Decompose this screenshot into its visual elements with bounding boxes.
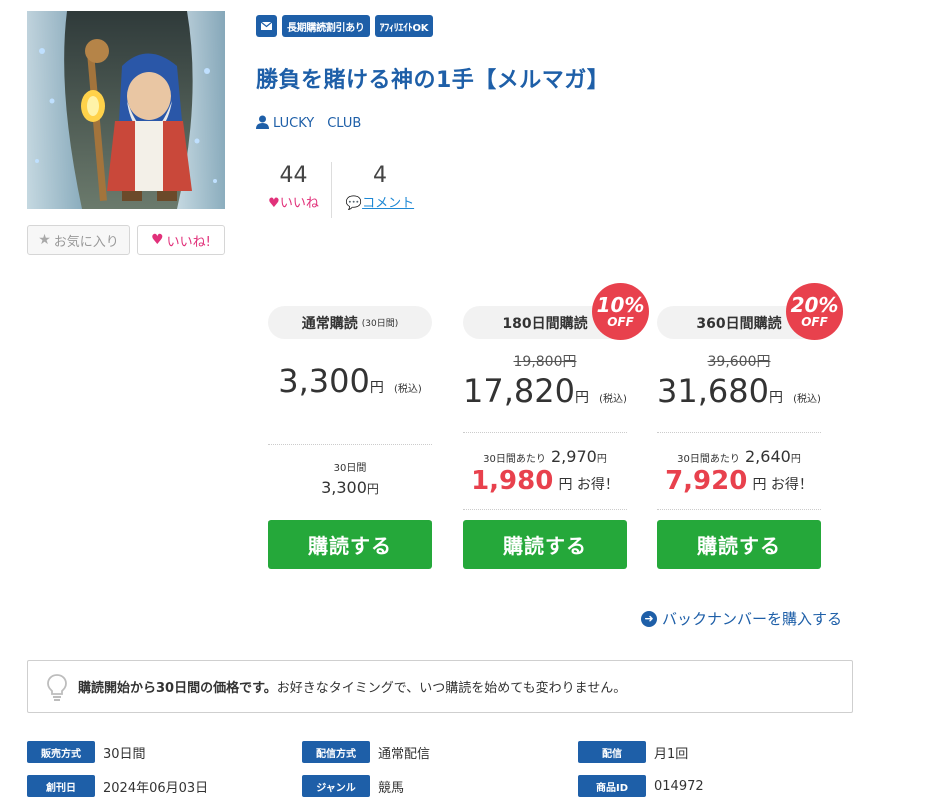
- info-key: 商品ID: [578, 775, 646, 797]
- like-label: いいね!: [166, 234, 211, 250]
- notice-text: お好きなタイミングで、いつ購読を始めても変わりません。: [276, 681, 627, 696]
- plan-360: 20% OFF 360日間購読 39,600円 31,680円 (税込) 30日間…: [657, 283, 843, 510]
- like-button[interactable]: ♥ いいね!: [137, 225, 225, 255]
- author-name: LUCKY CLUB: [273, 116, 362, 131]
- comments-stat[interactable]: 4 💬コメント: [332, 162, 428, 218]
- price: 17,820円 (税込): [463, 372, 627, 410]
- info-value: 月1回: [654, 746, 689, 762]
- long-term-discount-tag: 長期購読割引あり: [282, 15, 370, 37]
- favorite-label: お気に入り: [53, 234, 119, 250]
- info-key: 配信: [578, 741, 646, 763]
- subscribe-button-360[interactable]: 購読する: [657, 520, 821, 569]
- price-block: 3,300円 (税込): [268, 363, 432, 445]
- backnumber-link[interactable]: ➜ バックナンバーを購入する: [641, 608, 842, 629]
- per-30-days: 30日間あたり 2,970円: [483, 447, 607, 466]
- speech-bubble-icon: 💬: [345, 196, 363, 211]
- plan-name: 通常購読 (30日間): [268, 306, 432, 339]
- savings: 1,980 円 お得！: [471, 466, 619, 496]
- likes-label: ♥いいね: [268, 196, 319, 211]
- subscribe-button-regular[interactable]: 購読する: [268, 520, 432, 569]
- info-value: 競馬: [378, 780, 405, 796]
- page-title: 勝負を賭ける神の1手【メルマガ】: [256, 68, 610, 93]
- info-genre: ジャンル 競馬: [302, 775, 404, 797]
- info-sales-method: 販売方式 30日間: [27, 741, 146, 763]
- detail-period: 30日間: [333, 463, 367, 474]
- price-block: 39,600円 31,680円 (税込): [657, 351, 821, 433]
- info-value: 014972: [654, 778, 704, 794]
- price-notice: 購読開始から30日間の価格です。 お好きなタイミングで、いつ購読を始めても変わり…: [27, 660, 853, 713]
- plan-180: 10% OFF 180日間購読 19,800円 17,820円 (税込) 30日間…: [463, 283, 649, 510]
- lightbulb-icon: [47, 673, 67, 701]
- arrow-right-circle-icon: ➜: [641, 610, 657, 627]
- envelope-icon: [261, 22, 272, 30]
- info-key: 販売方式: [27, 741, 95, 763]
- notice-bold: 購読開始から30日間の価格です。: [78, 681, 277, 696]
- prophet-illustration: [27, 11, 225, 209]
- detail-price: 3,300円: [321, 478, 379, 497]
- discount-badge: 10% OFF: [592, 283, 649, 340]
- info-key: 創刊日: [27, 775, 95, 797]
- likes-count: 44: [279, 163, 308, 188]
- info-frequency: 配信 月1回: [578, 741, 688, 763]
- price: 3,300円 (税込): [278, 362, 422, 400]
- detail-block: 30日間あたり 2,970円 1,980 円 お得！: [463, 433, 627, 510]
- price-block: 19,800円 17,820円 (税込): [463, 351, 627, 433]
- original-price: 39,600円: [707, 354, 771, 370]
- info-value: 通常配信: [378, 746, 431, 762]
- backnumber-label: バックナンバーを購入する: [662, 610, 843, 628]
- info-key: ジャンル: [302, 775, 370, 797]
- subscribe-button-180[interactable]: 購読する: [463, 520, 627, 569]
- user-icon: [256, 115, 269, 129]
- info-delivery-method: 配信方式 通常配信: [302, 741, 430, 763]
- info-launch-date: 創刊日 2024年06月03日: [27, 775, 208, 797]
- affiliate-ok-tag: ｱﾌｨﾘｴｲﾄOK: [374, 15, 434, 37]
- info-product-id: 商品ID 014972: [578, 775, 704, 797]
- stats: 44 ♥いいね 4 💬コメント: [256, 162, 428, 218]
- star-icon: ★: [38, 232, 51, 248]
- tag-list: 長期購読割引あり ｱﾌｨﾘｴｲﾄOK: [256, 15, 434, 37]
- discount-badge: 20% OFF: [786, 283, 843, 340]
- heart-icon: ♥: [268, 196, 280, 211]
- favorite-button[interactable]: ★ お気に入り: [27, 225, 130, 255]
- heart-icon: ♥: [151, 232, 164, 248]
- author-link[interactable]: LUCKY CLUB: [256, 112, 361, 131]
- mail-tag: [256, 15, 277, 37]
- original-price: 19,800円: [513, 354, 577, 370]
- info-value: 30日間: [103, 746, 146, 762]
- info-value: 2024年06月03日: [103, 780, 209, 796]
- comments-link[interactable]: 💬コメント: [332, 192, 428, 211]
- price: 31,680円 (税込): [657, 372, 821, 410]
- detail-block: 30日間 3,300円: [268, 445, 432, 522]
- detail-block: 30日間あたり 2,640円 7,920 円 お得！: [657, 433, 821, 510]
- comments-count: 4: [373, 163, 387, 188]
- per-30-days: 30日間あたり 2,640円: [677, 447, 801, 466]
- savings: 7,920 円 お得！: [665, 466, 813, 496]
- plan-regular: 通常購読 (30日間) 3,300円 (税込) 30日間 3,300円: [268, 283, 432, 522]
- product-thumbnail[interactable]: [27, 11, 225, 209]
- info-key: 配信方式: [302, 741, 370, 763]
- likes-stat: 44 ♥いいね: [256, 162, 332, 218]
